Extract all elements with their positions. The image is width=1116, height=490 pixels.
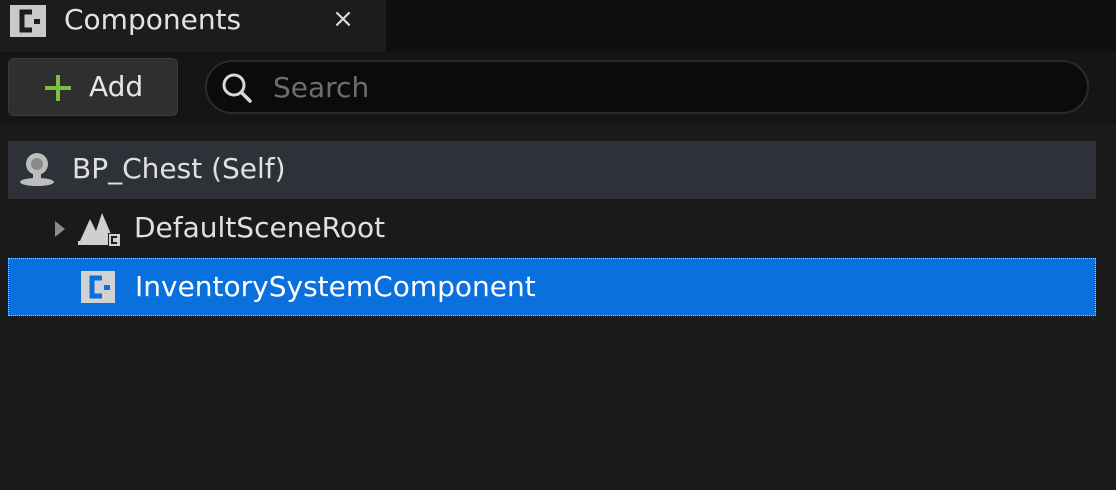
add-button-label: Add — [89, 70, 144, 103]
expand-arrow-icon[interactable] — [52, 219, 68, 239]
tree-item-label: InventorySystemComponent — [135, 270, 536, 303]
toolbar: Add — [0, 52, 1116, 124]
component-c-icon — [81, 271, 115, 303]
actor-icon — [20, 153, 54, 186]
tree-item-bp-chest[interactable]: BP_Chest (Self) — [8, 141, 1096, 199]
add-button[interactable]: Add — [8, 58, 178, 116]
tree-item-label: DefaultSceneRoot — [134, 211, 386, 244]
close-icon[interactable]: × — [330, 4, 356, 34]
search-input[interactable] — [273, 66, 1063, 108]
tab-components[interactable]: Components × — [0, 0, 386, 52]
tree-item-label: BP_Chest (Self) — [72, 152, 286, 185]
tree-item-default-scene-root[interactable]: DefaultSceneRoot — [8, 200, 1096, 258]
scene-component-icon — [78, 213, 121, 247]
plus-icon — [45, 75, 71, 101]
search-box[interactable] — [205, 60, 1089, 114]
component-tree: BP_Chest (Self) DefaultSceneRoot Invento… — [0, 124, 1116, 490]
tab-title: Components — [64, 3, 242, 36]
components-panel: Components × Add Search BP_Chest (Self) … — [0, 0, 1116, 490]
tree-item-inventory-system-component[interactable]: InventorySystemComponent — [8, 258, 1096, 316]
component-c-icon — [10, 5, 46, 37]
search-icon — [222, 73, 252, 103]
tab-strip: Components × — [0, 0, 1116, 52]
